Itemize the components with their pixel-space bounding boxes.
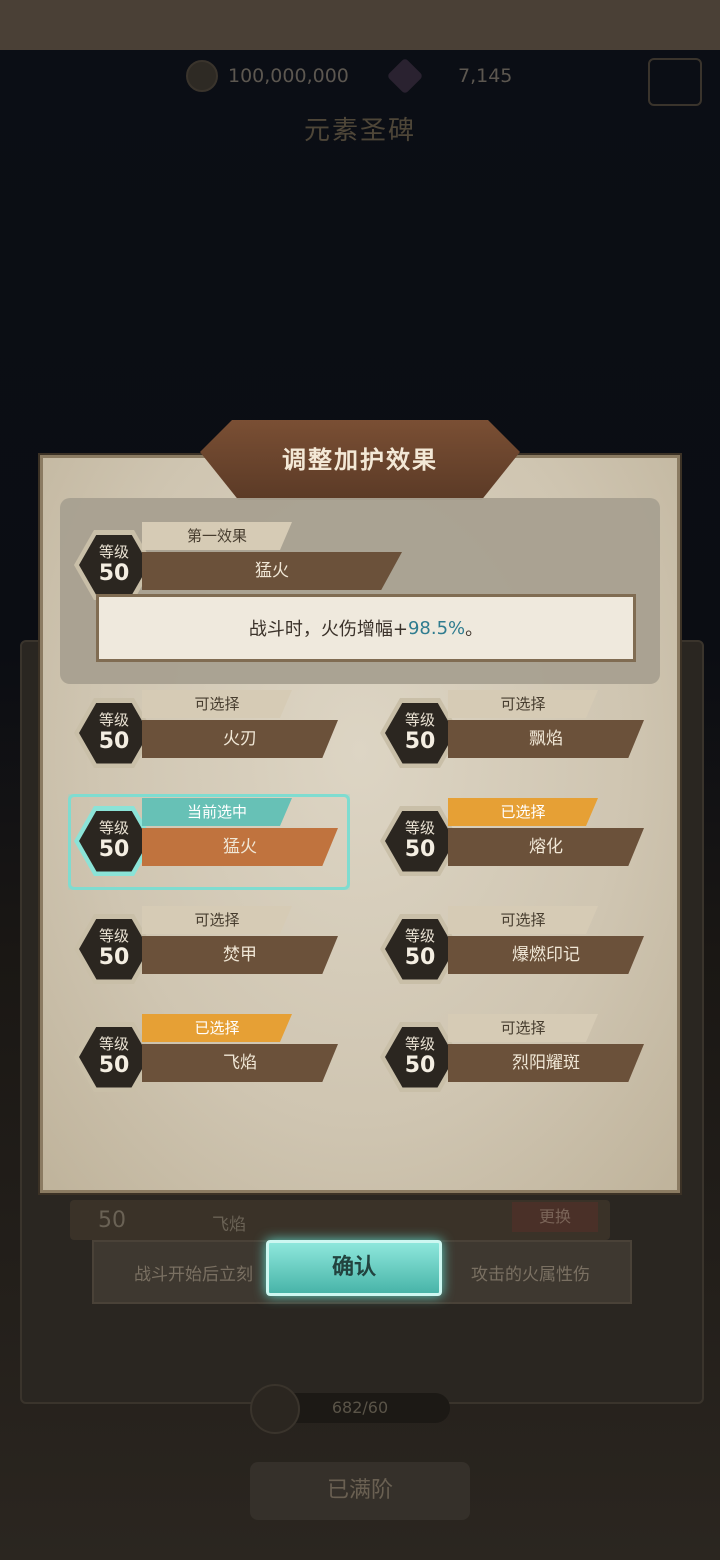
option-name: 焚甲 xyxy=(142,936,338,974)
level-label: 等级 xyxy=(404,711,435,729)
effect-option[interactable]: 等级 50 已选择 飞焰 xyxy=(74,1014,344,1104)
gold-amount: 100,000,000 xyxy=(228,65,349,87)
level-value: 50 xyxy=(98,729,130,754)
effect-option[interactable]: 等级 50 可选择 爆燃印记 xyxy=(380,906,650,996)
option-status-tag: 可选择 xyxy=(448,1014,598,1042)
option-name: 飘焰 xyxy=(448,720,644,758)
effect-option[interactable]: 等级 50 可选择 烈阳耀斑 xyxy=(380,1014,650,1104)
effect-description: 战斗时，火伤增幅+ 98.5%。 xyxy=(96,594,636,662)
level-value: 50 xyxy=(404,837,436,862)
effect-option[interactable]: 等级 50 可选择 火刃 xyxy=(74,690,344,780)
level-value: 50 xyxy=(98,837,130,862)
gem-resource: 7,145 xyxy=(386,57,513,95)
change-button[interactable]: 更换 xyxy=(512,1202,598,1232)
option-name: 爆燃印记 xyxy=(448,936,644,974)
desc-prefix: 战斗时，火伤增幅+ xyxy=(248,619,408,640)
background-effect-name: 飞焰 xyxy=(212,1215,246,1235)
level-value: 50 xyxy=(98,945,130,970)
level-value: 50 xyxy=(404,729,436,754)
option-status-tag: 已选择 xyxy=(142,1014,292,1042)
option-status-tag: 当前选中 xyxy=(142,798,292,826)
gem-icon xyxy=(386,57,424,95)
option-status-tag: 可选择 xyxy=(448,690,598,718)
level-label: 等级 xyxy=(98,927,129,945)
background-page-title: 元素圣碑 xyxy=(303,116,416,146)
option-name: 熔化 xyxy=(448,828,644,866)
level-label: 等级 xyxy=(404,927,435,945)
back-icon[interactable] xyxy=(648,58,702,106)
desc-value: 98.5% xyxy=(407,617,466,639)
max-rank-button: 已满阶 xyxy=(250,1462,470,1520)
option-status-tag: 可选择 xyxy=(142,690,292,718)
effect-tag: 第一效果 xyxy=(142,522,292,550)
option-status-tag: 可选择 xyxy=(448,906,598,934)
level-value: 50 xyxy=(98,561,130,586)
level-label: 等级 xyxy=(404,1035,435,1053)
dialog-title: 调整加护效果 xyxy=(282,446,438,474)
level-value: 50 xyxy=(404,945,436,970)
option-status-tag: 可选择 xyxy=(142,906,292,934)
effect-option[interactable]: 等级 50 已选择 熔化 xyxy=(380,798,650,888)
level-label: 等级 xyxy=(98,711,129,729)
background-desc-right: 攻击的火属性伤 xyxy=(471,1264,590,1285)
top-status-area xyxy=(0,0,720,50)
desc-suffix: 。 xyxy=(465,619,484,640)
effect-option[interactable]: 等级 50 当前选中 猛火 xyxy=(74,798,344,888)
option-status-tag: 已选择 xyxy=(448,798,598,826)
level-value: 50 xyxy=(404,1053,436,1078)
option-name: 烈阳耀斑 xyxy=(448,1044,644,1082)
option-name: 飞焰 xyxy=(142,1044,338,1082)
effect-option[interactable]: 等级 50 可选择 焚甲 xyxy=(74,906,344,996)
rank-badge-icon xyxy=(250,1384,300,1434)
level-label: 等级 xyxy=(98,819,129,837)
level-label: 等级 xyxy=(98,1035,129,1053)
background-desc-left: 战斗开始后立刻 xyxy=(134,1264,253,1285)
option-name: 猛火 xyxy=(142,828,338,866)
gold-resource: 100,000,000 xyxy=(186,60,349,92)
level-label: 等级 xyxy=(404,819,435,837)
effect-name: 猛火 xyxy=(142,552,402,590)
level-value: 50 xyxy=(98,1053,130,1078)
gold-coin-icon xyxy=(186,60,218,92)
option-name: 火刃 xyxy=(142,720,338,758)
level-label: 等级 xyxy=(98,543,129,561)
confirm-button[interactable]: 确认 xyxy=(266,1240,442,1296)
background-level: 50 xyxy=(98,1208,126,1233)
effect-option[interactable]: 等级 50 可选择 飘焰 xyxy=(380,690,650,780)
gem-amount: 7,145 xyxy=(458,65,513,87)
